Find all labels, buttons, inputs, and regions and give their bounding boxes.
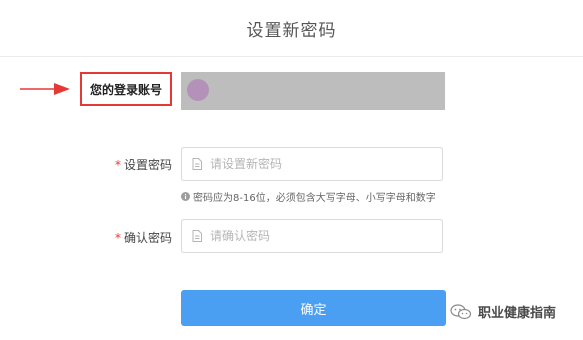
account-label-highlight: 您的登录账号	[80, 72, 172, 106]
watermark: 职业健康指南	[450, 302, 556, 321]
info-icon	[181, 192, 190, 201]
confirm-password-input[interactable]	[210, 229, 420, 243]
confirm-password-label-row: * 确认密码	[92, 229, 172, 246]
watermark-text: 职业健康指南	[478, 306, 557, 321]
avatar	[187, 79, 209, 101]
new-password-input[interactable]	[210, 157, 420, 171]
account-label: 您的登录账号	[89, 82, 162, 97]
password-hint-text: 密码应为8-16位，必须包含大写字母、小写字母和数字	[193, 193, 436, 204]
new-password-label-row: * 设置密码	[92, 156, 172, 173]
page-title: 设置新密码	[246, 21, 337, 41]
confirm-password-field[interactable]	[181, 219, 443, 253]
page-header: 设置新密码	[0, 0, 583, 57]
account-value-redacted	[181, 72, 445, 110]
new-password-field[interactable]	[181, 147, 443, 181]
wechat-icon	[450, 303, 472, 319]
password-hint: 密码应为8-16位，必须包含大写字母、小写字母和数字	[181, 189, 436, 204]
required-mark: *	[114, 158, 121, 172]
confirm-password-label: 确认密码	[123, 231, 172, 245]
new-password-label: 设置密码	[123, 158, 172, 172]
document-icon	[192, 158, 202, 170]
required-mark: *	[114, 231, 121, 245]
arrow-right-icon	[20, 83, 70, 95]
document-icon	[192, 230, 202, 242]
confirm-button[interactable]: 确定	[181, 290, 446, 326]
